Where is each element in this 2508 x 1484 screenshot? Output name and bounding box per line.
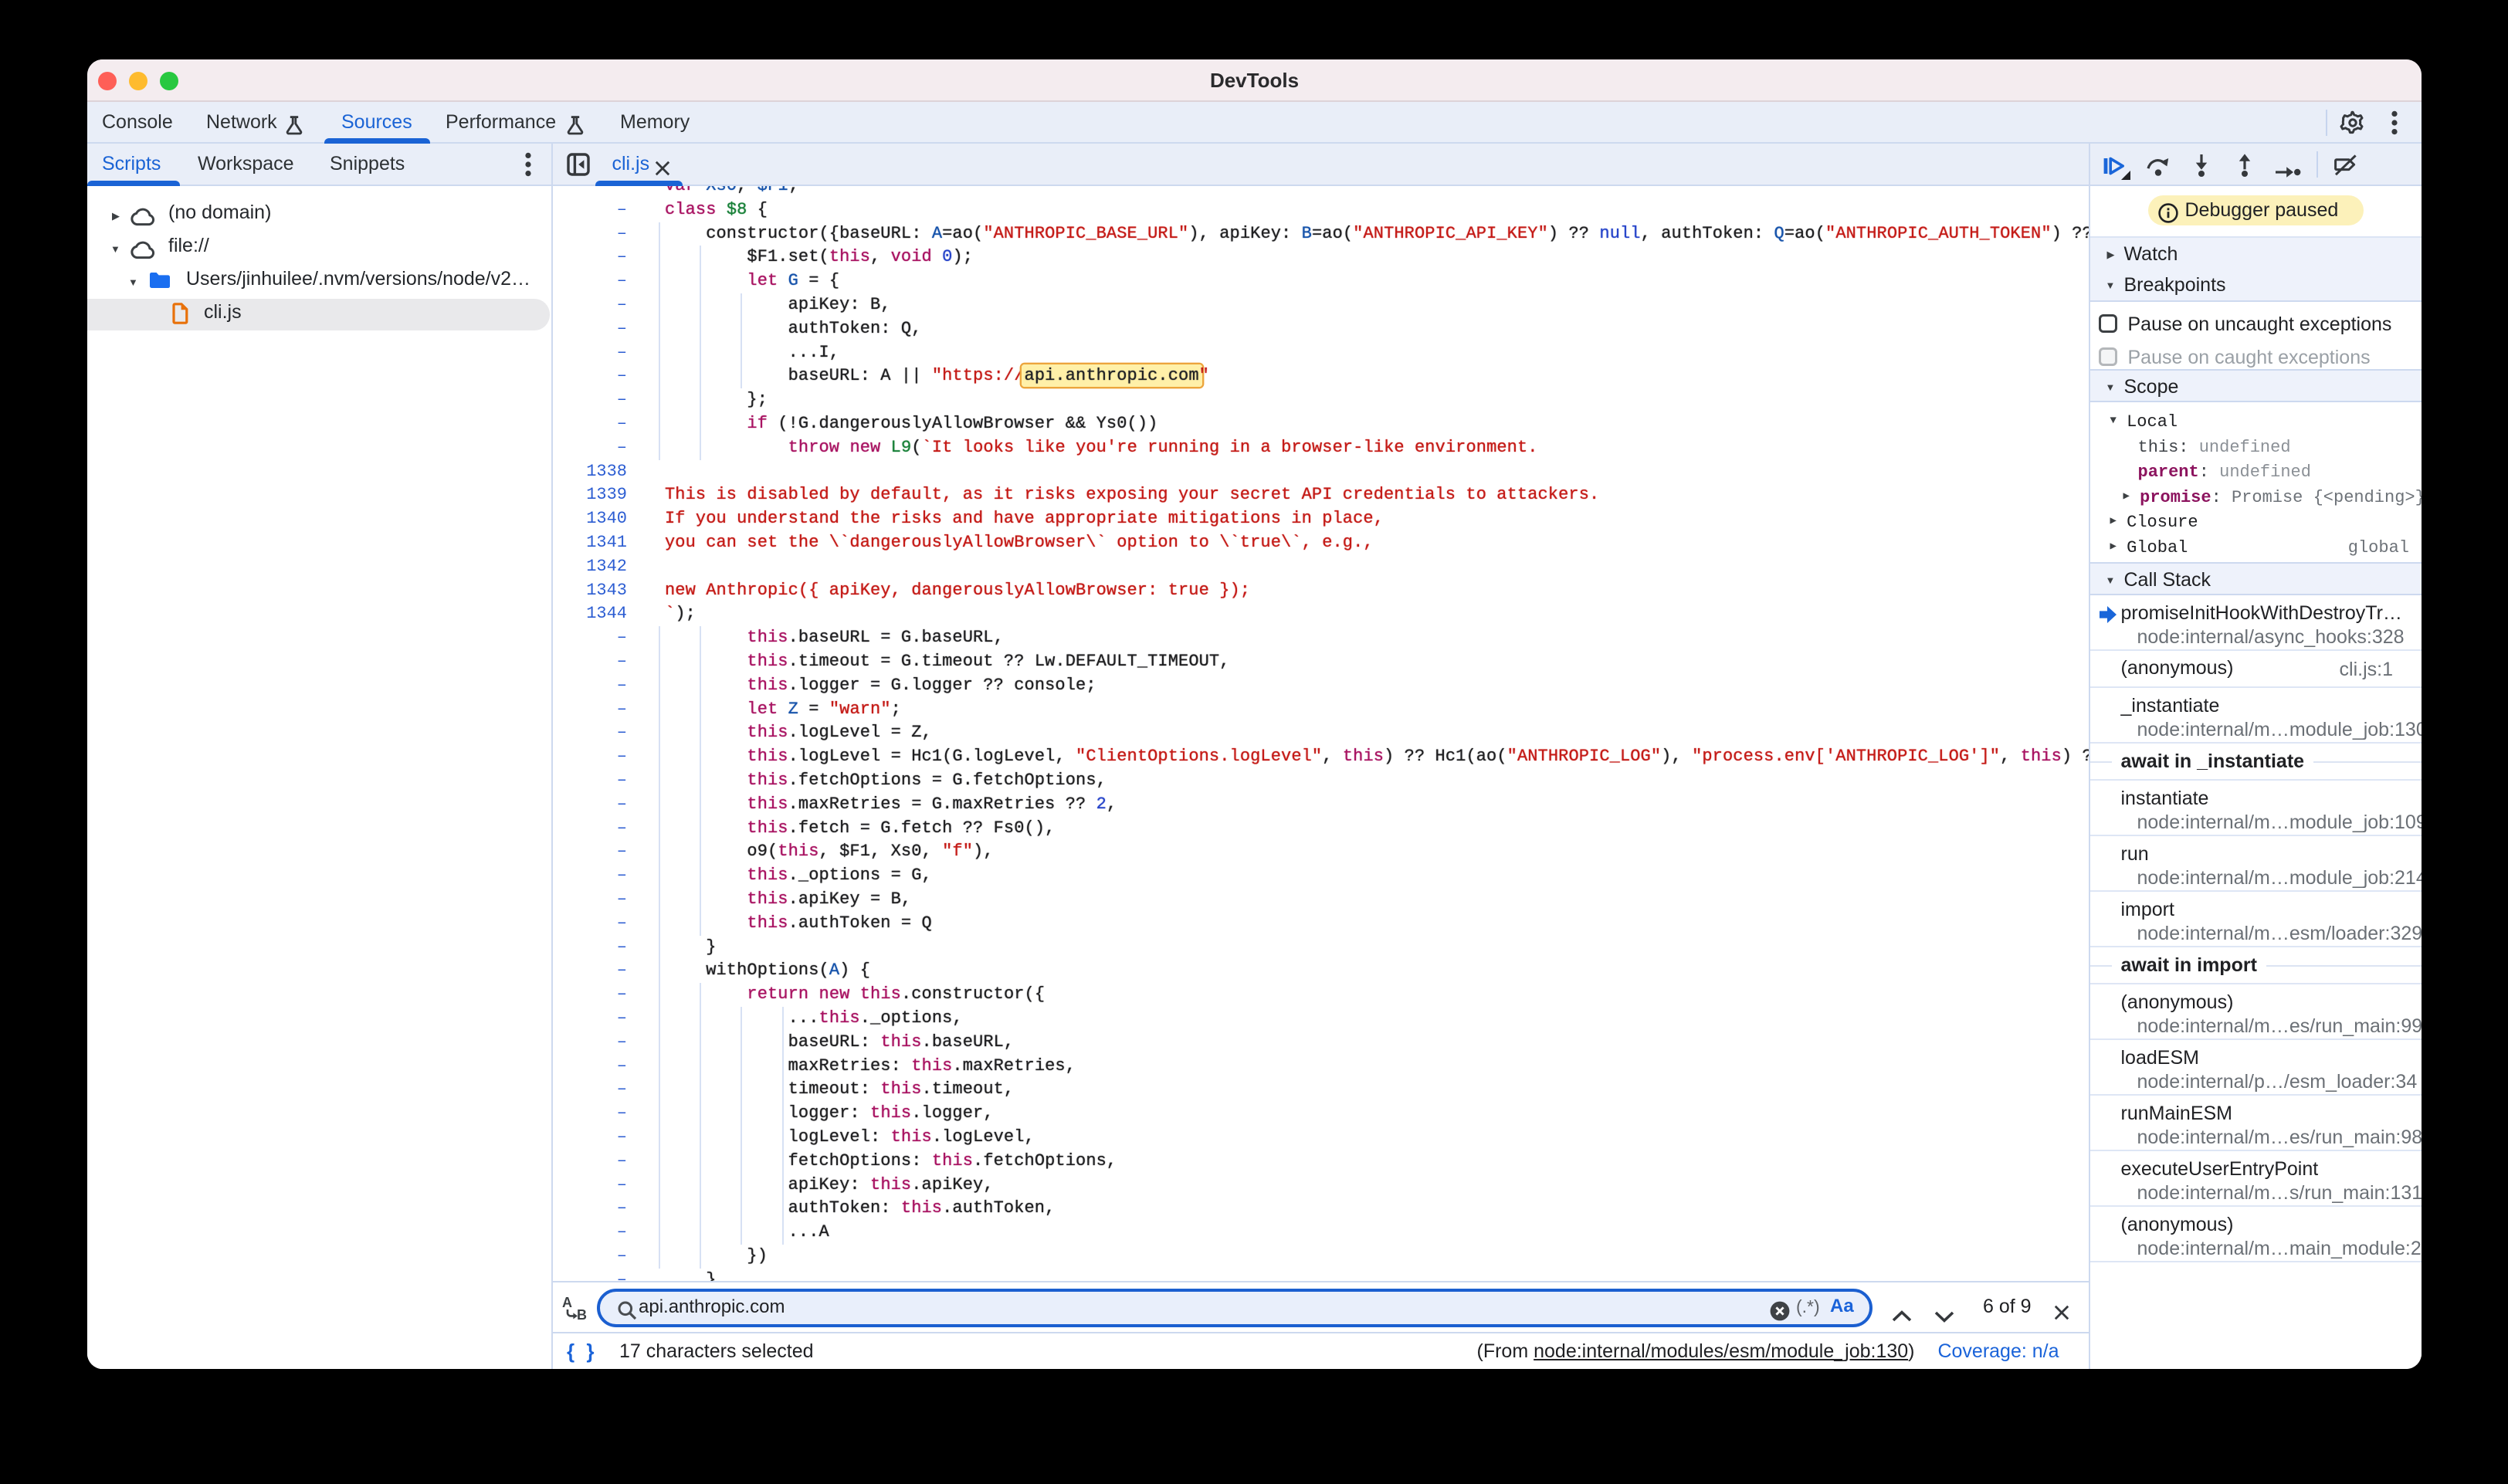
svg-text:B: B xyxy=(577,1307,587,1321)
svg-text:A: A xyxy=(562,1295,572,1310)
